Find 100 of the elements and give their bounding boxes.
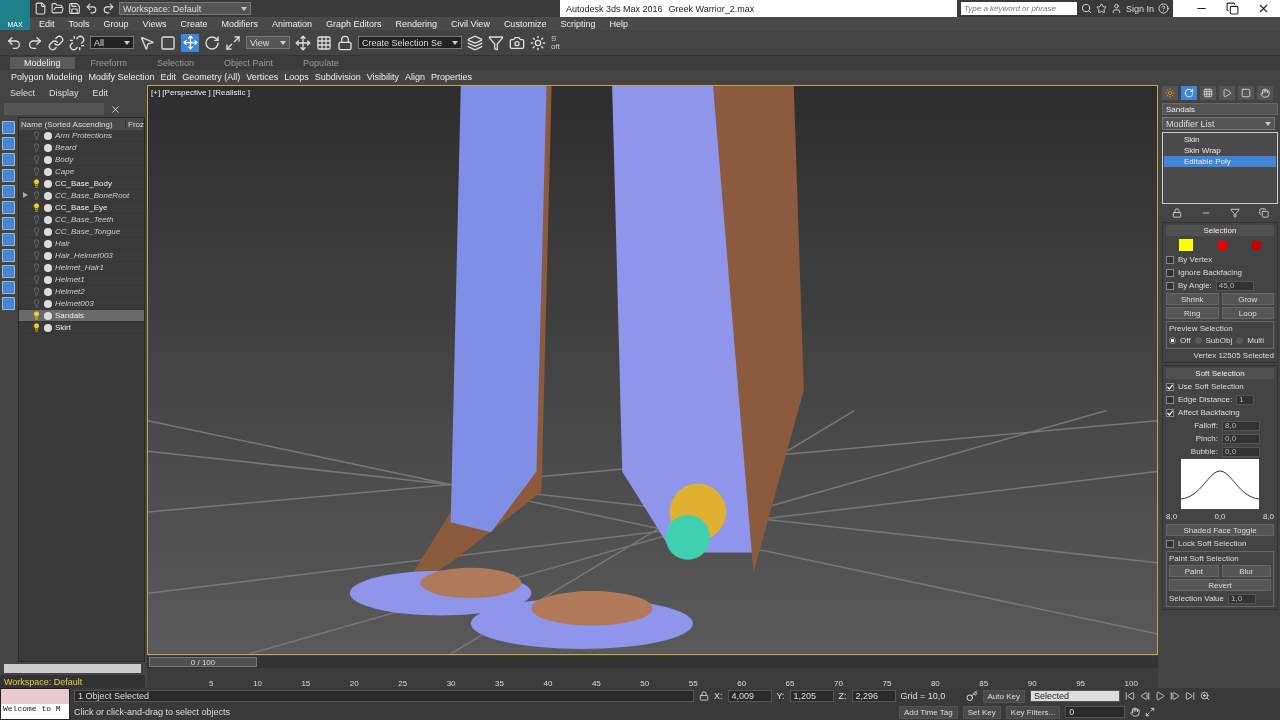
clear-icon[interactable]: [110, 103, 121, 115]
menu-item[interactable]: Animation: [264, 18, 319, 29]
workspace-dropdown[interactable]: Workspace: Default: [119, 2, 251, 15]
menu-item[interactable]: Tools: [61, 18, 97, 29]
ribbon-tab[interactable]: Object Paint: [210, 57, 288, 69]
layers-icon[interactable]: [467, 34, 483, 51]
scene-row[interactable]: Body: [19, 154, 144, 166]
ribbon-tab[interactable]: Modeling: [10, 57, 75, 69]
checkbox[interactable]: [1166, 281, 1174, 290]
star-icon[interactable]: [1095, 3, 1107, 14]
checkbox[interactable]: [1166, 395, 1174, 404]
scale-icon[interactable]: [225, 34, 241, 51]
restore-icon[interactable]: [1226, 2, 1239, 15]
menu-item[interactable]: Modifiers: [214, 18, 265, 29]
scene-row[interactable]: CC_Base_Eye: [19, 202, 144, 214]
menu-item[interactable]: Customize: [496, 18, 554, 29]
light-bulb-icon[interactable]: [32, 203, 41, 212]
previous-frame-icon[interactable]: [1140, 691, 1150, 701]
listener-output[interactable]: Welcome to M: [1, 704, 69, 719]
selection-filter-dropdown[interactable]: All: [90, 36, 134, 49]
scene-row[interactable]: CC_Base_Body: [19, 178, 144, 190]
scene-row[interactable]: Helmet1: [19, 274, 144, 286]
caret-icon[interactable]: [241, 6, 247, 11]
scene-row[interactable]: Helmet2: [19, 286, 144, 298]
modifier-item[interactable]: Skin Wrap: [1164, 145, 1276, 156]
scene-row[interactable]: Arm Protections: [19, 130, 144, 142]
lock-icon[interactable]: [699, 691, 709, 701]
checkbox[interactable]: [1166, 255, 1174, 264]
explorer-menu-item[interactable]: Edit: [92, 88, 109, 98]
menu-item[interactable]: Civil View: [444, 18, 497, 29]
unlink-icon[interactable]: [69, 34, 85, 51]
pan-icon[interactable]: [1130, 707, 1141, 717]
menu-item[interactable]: Graph Editors: [318, 18, 389, 29]
coordinate-field[interactable]: 2,296: [851, 690, 896, 702]
user-icon[interactable]: [1110, 3, 1122, 14]
search-icon[interactable]: [1080, 3, 1092, 14]
sign-in-link[interactable]: Sign In: [1125, 3, 1154, 14]
radio-button[interactable]: [1169, 337, 1176, 344]
ribbon-item[interactable]: Align: [402, 71, 429, 82]
light-bulb-icon[interactable]: [32, 311, 41, 320]
rollout-title[interactable]: Selection: [1166, 225, 1274, 236]
checkbox[interactable]: [1166, 382, 1174, 391]
revert-button[interactable]: Revert: [1169, 579, 1271, 591]
vertex-mode-icon[interactable]: [1178, 239, 1193, 251]
move-icon[interactable]: [181, 33, 199, 52]
column-header[interactable]: Name (Sorted Ascending): [19, 119, 126, 129]
search-field[interactable]: Type a keyword or phrase: [960, 2, 1077, 15]
display-tab[interactable]: [1238, 86, 1254, 100]
key-filters-button[interactable]: Key Filters...: [1005, 705, 1061, 719]
column-header[interactable]: Froz: [126, 119, 144, 129]
link-icon[interactable]: [48, 34, 64, 51]
checkbox[interactable]: [1166, 268, 1174, 277]
scene-row[interactable]: Skirt: [19, 322, 144, 334]
ribbon-tab[interactable]: Selection: [143, 57, 209, 69]
funnel-icon[interactable]: [1229, 208, 1240, 218]
caret-icon[interactable]: [1265, 121, 1271, 126]
key-mode-dropdown[interactable]: Selected: [1030, 690, 1120, 702]
ring-button[interactable]: Ring: [1166, 307, 1219, 319]
listener-field[interactable]: [1, 689, 69, 704]
utilities-tab[interactable]: [1257, 86, 1273, 100]
select-icon[interactable]: [139, 34, 155, 51]
open-folder-icon[interactable]: [51, 2, 64, 15]
caret-icon[interactable]: [124, 40, 130, 45]
scene-row[interactable]: Helmet_Hair1: [19, 262, 144, 274]
go-to-start-icon[interactable]: [1125, 691, 1135, 701]
ribbon-tab[interactable]: Freeform: [76, 57, 142, 69]
scene-row[interactable]: Sandals: [19, 310, 144, 322]
paint-button[interactable]: Paint: [1169, 565, 1219, 577]
scene-row[interactable]: Hair_Helmet003: [19, 250, 144, 262]
light-bulb-icon[interactable]: [32, 323, 41, 332]
scene-row[interactable]: Hair: [19, 238, 144, 250]
zoom-icon[interactable]: [1200, 691, 1210, 701]
light-icon[interactable]: [530, 34, 546, 51]
save-icon[interactable]: [68, 2, 81, 15]
modifier-item[interactable]: Skin: [1164, 134, 1276, 145]
modifier-list-dropdown[interactable]: Modifier List: [1162, 117, 1275, 130]
key-icon[interactable]: [965, 690, 978, 702]
menu-item[interactable]: Scripting: [553, 18, 603, 29]
scrollbar[interactable]: [4, 664, 141, 673]
modifier-stack[interactable]: Skin Skin Wrap Editable Poly: [1162, 132, 1278, 204]
caret-icon[interactable]: [280, 40, 286, 45]
hierarchy-tab[interactable]: [1200, 86, 1216, 100]
caret-icon[interactable]: [452, 40, 458, 45]
explorer-menu-item[interactable]: Select: [10, 88, 35, 98]
help-icon[interactable]: [1158, 3, 1169, 14]
light-bulb-icon[interactable]: [32, 179, 41, 188]
ribbon-item[interactable]: Modify Selection: [85, 71, 158, 82]
rectangle-select-icon[interactable]: [160, 34, 176, 51]
ribbon-item[interactable]: Geometry (All): [179, 71, 244, 82]
frame-field[interactable]: 0: [1065, 706, 1126, 718]
maximize-icon[interactable]: [1145, 707, 1156, 717]
number-field[interactable]: 8,0: [1222, 420, 1260, 431]
menu-item[interactable]: Views: [135, 18, 174, 29]
blur-button[interactable]: Blur: [1221, 565, 1271, 577]
add-time-tag-button[interactable]: Add Time Tag: [899, 705, 958, 719]
viewport[interactable]: [+] [Perspective ] [Realistic ]: [147, 85, 1158, 655]
redo-icon[interactable]: [102, 2, 115, 15]
scene-row[interactable]: CC_Base_Teeth: [19, 214, 144, 226]
shrink-button[interactable]: Shrink: [1166, 293, 1219, 305]
ribbon-item[interactable]: Visibility: [363, 71, 403, 82]
